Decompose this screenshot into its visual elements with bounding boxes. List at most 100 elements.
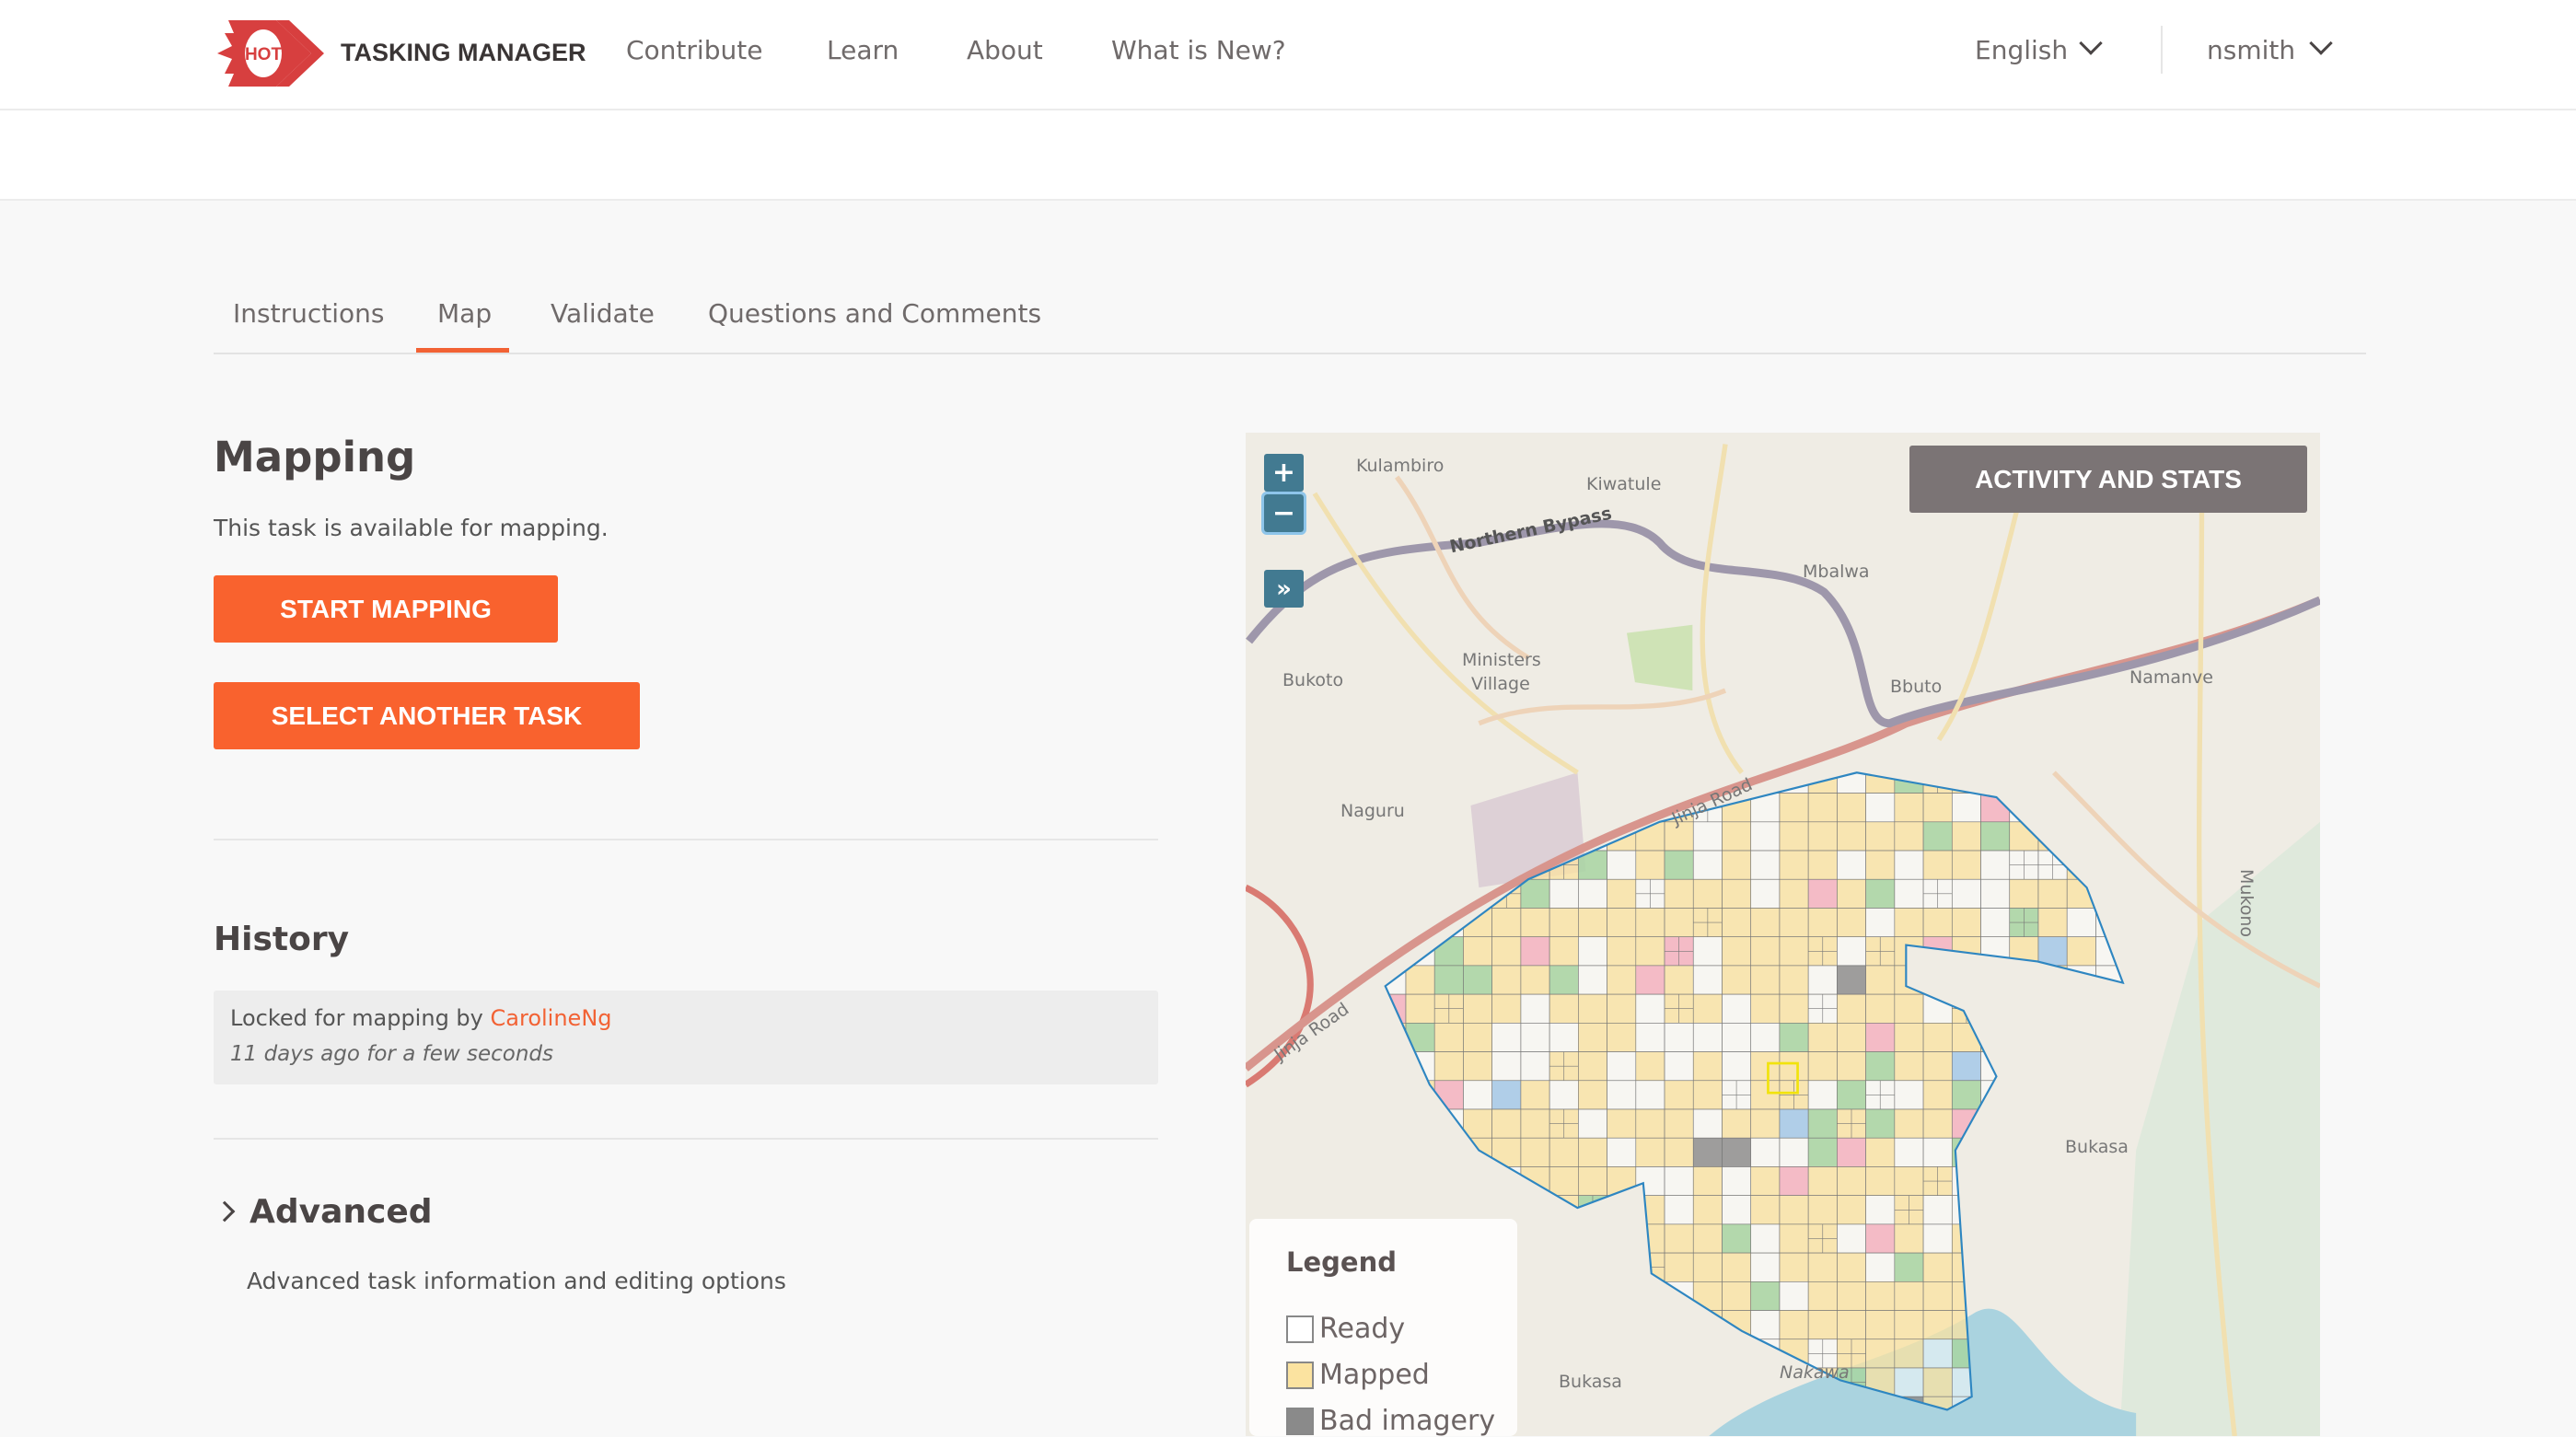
task-cell[interactable]	[1635, 850, 1665, 880]
task-cell[interactable]	[1779, 1108, 1809, 1139]
task-cell[interactable]	[1491, 1051, 1522, 1082]
task-cell[interactable]	[1549, 1166, 1579, 1196]
task-cell[interactable]	[1837, 764, 1866, 794]
task-cell[interactable]	[2037, 821, 2068, 852]
task-cell[interactable]	[1520, 936, 1550, 967]
task-cell[interactable]	[1750, 908, 1781, 937]
task-cell[interactable]	[1463, 1080, 1492, 1110]
task-cell[interactable]	[1865, 1338, 1896, 1369]
task-cell[interactable]	[1951, 821, 1981, 852]
task-cell[interactable]	[1549, 1023, 1579, 1052]
task-cell[interactable]	[1837, 1281, 1866, 1311]
task-cell[interactable]	[1807, 965, 1838, 995]
chevron-down-icon[interactable]	[2079, 31, 2103, 55]
task-cell[interactable]	[1807, 1281, 1838, 1311]
task-cell[interactable]	[1837, 1166, 1866, 1196]
task-cell[interactable]	[2009, 821, 2039, 852]
task-cell[interactable]	[1463, 1023, 1492, 1052]
task-cell[interactable]	[1578, 993, 1607, 1024]
task-cell[interactable]	[1664, 1080, 1694, 1110]
task-cell[interactable]	[1607, 1080, 1637, 1110]
task-cell[interactable]	[1951, 793, 1981, 823]
task-cell[interactable]	[2066, 936, 2096, 967]
task-cell[interactable]	[1837, 1051, 1866, 1082]
task-cell[interactable]	[1692, 1051, 1723, 1082]
task-cell[interactable]	[1692, 1195, 1723, 1225]
task-cell[interactable]	[1865, 878, 1896, 909]
task-cell[interactable]	[1491, 965, 1522, 995]
task-cell[interactable]	[1837, 1023, 1866, 1052]
task-cell[interactable]	[1520, 1137, 1550, 1167]
task-cell[interactable]	[1894, 993, 1924, 1024]
task-cell[interactable]	[1837, 965, 1866, 995]
task-cell[interactable]	[1607, 993, 1637, 1024]
task-cell[interactable]	[1922, 1367, 1953, 1397]
language-selector[interactable]: English	[1975, 35, 2068, 65]
task-cell[interactable]	[1520, 1166, 1550, 1196]
task-cell[interactable]	[1635, 1166, 1665, 1196]
task-cell[interactable]	[1807, 1195, 1838, 1225]
task-cell[interactable]	[1491, 908, 1522, 937]
task-cell[interactable]	[1433, 965, 1464, 995]
task-cell[interactable]	[1894, 1080, 1924, 1110]
task-cell[interactable]	[1894, 908, 1924, 937]
task-cell[interactable]	[1807, 850, 1838, 880]
task-cell[interactable]	[2009, 793, 2039, 823]
task-cell[interactable]	[1692, 993, 1723, 1024]
task-cell[interactable]	[1692, 1108, 1723, 1139]
task-cell[interactable]	[1894, 936, 1924, 967]
task-cell[interactable]	[1865, 1281, 1896, 1311]
task-cell[interactable]	[1635, 1223, 1665, 1254]
task-cell[interactable]	[1894, 1023, 1924, 1052]
task-cell[interactable]	[1894, 793, 1924, 823]
task-cell[interactable]	[1807, 1137, 1838, 1167]
task-cell[interactable]	[1865, 965, 1896, 995]
task-cell[interactable]	[1894, 1367, 1924, 1397]
tab-instructions[interactable]: Instructions	[233, 298, 384, 329]
task-cell[interactable]	[1722, 908, 1752, 937]
task-cell[interactable]	[1405, 1051, 1435, 1082]
task-cell[interactable]	[1865, 908, 1896, 937]
task-cell[interactable]	[1405, 993, 1435, 1024]
task-cell[interactable]	[1692, 1223, 1723, 1254]
task-cell[interactable]	[1722, 1023, 1752, 1052]
task-cell[interactable]	[1635, 1080, 1665, 1110]
task-cell[interactable]	[1865, 1023, 1896, 1052]
task-cell[interactable]	[1549, 1080, 1579, 1110]
task-cell[interactable]	[1894, 1137, 1924, 1167]
task-cell[interactable]	[1807, 1080, 1838, 1110]
task-cell[interactable]	[1692, 1023, 1723, 1052]
task-cell[interactable]	[1491, 1023, 1522, 1052]
task-cell[interactable]	[1578, 936, 1607, 967]
tab-validate[interactable]: Validate	[551, 298, 655, 329]
task-cell[interactable]	[1951, 764, 1981, 794]
task-cell[interactable]	[1491, 1108, 1522, 1139]
task-cell[interactable]	[1807, 1023, 1838, 1052]
task-cell[interactable]	[1807, 1051, 1838, 1082]
task-cell[interactable]	[1750, 993, 1781, 1024]
task-cell[interactable]	[1463, 936, 1492, 967]
task-cell[interactable]	[1837, 821, 1866, 852]
task-cell[interactable]	[1692, 1166, 1723, 1196]
task-cell[interactable]	[1865, 1310, 1896, 1340]
start-mapping-button[interactable]: START MAPPING	[214, 575, 558, 643]
task-cell[interactable]	[1807, 1310, 1838, 1340]
task-cell[interactable]	[1922, 1137, 1953, 1167]
task-cell[interactable]	[1865, 850, 1896, 880]
task-cell[interactable]	[1837, 936, 1866, 967]
task-cell[interactable]	[1520, 1051, 1550, 1082]
task-cell[interactable]	[1779, 1310, 1809, 1340]
task-cell[interactable]	[1922, 1080, 1953, 1110]
task-cell[interactable]	[1635, 1023, 1665, 1052]
task-cell[interactable]	[1779, 908, 1809, 937]
task-cell[interactable]	[1951, 908, 1981, 937]
task-cell[interactable]	[1865, 1108, 1896, 1139]
task-cell[interactable]	[1837, 908, 1866, 937]
task-cell[interactable]	[1433, 1023, 1464, 1052]
task-cell[interactable]	[1894, 1166, 1924, 1196]
task-cell[interactable]	[1607, 1108, 1637, 1139]
task-cell[interactable]	[1894, 850, 1924, 880]
task-cell[interactable]	[1894, 1051, 1924, 1082]
task-cell[interactable]	[1837, 1080, 1866, 1110]
task-cell[interactable]	[1837, 1137, 1866, 1167]
